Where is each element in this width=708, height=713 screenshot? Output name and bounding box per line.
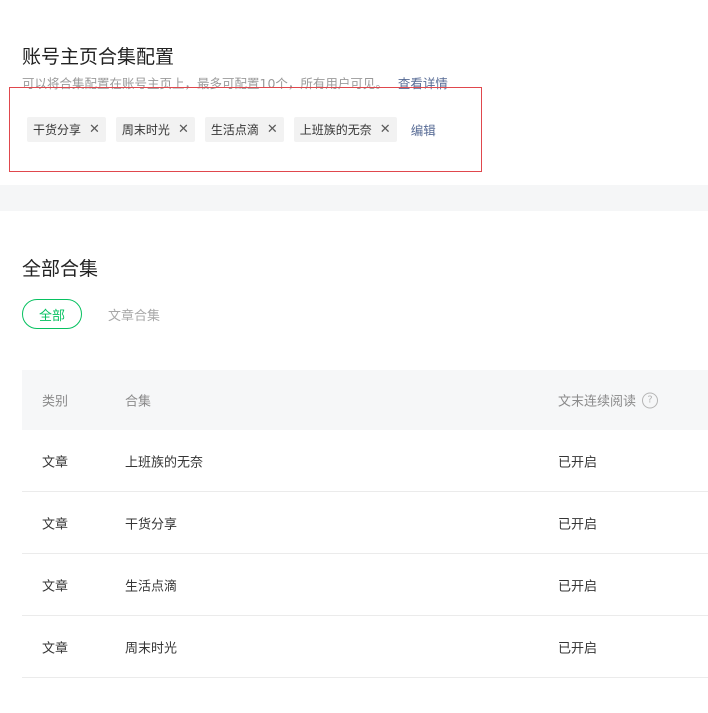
page-title: 账号主页合集配置 — [22, 46, 175, 68]
cell-collection: 干货分享 — [125, 517, 178, 532]
tag-label: 上班族的无奈 — [299, 123, 372, 137]
close-icon[interactable]: ✕ — [89, 123, 100, 136]
table-row: 文章 周末时光 已开启 — [22, 616, 708, 678]
header-collection: 合集 — [125, 394, 152, 410]
header-continuous-reading-label: 文末连续阅读 — [558, 394, 637, 410]
collections-table: 类别 合集 文末连续阅读 ? 文章 上班族的无奈 已开启 文章 干货分享 已开启… — [22, 370, 708, 678]
collection-tag: 上班族的无奈 ✕ — [293, 117, 397, 142]
tag-label: 周末时光 — [121, 123, 170, 137]
filter-all-button[interactable]: 全部 — [22, 299, 82, 329]
section-divider — [0, 185, 708, 211]
header-continuous-reading: 文末连续阅读 ? — [558, 391, 659, 410]
cell-status: 已开启 — [558, 517, 598, 532]
table-header: 类别 合集 文末连续阅读 ? — [22, 370, 708, 430]
tag-label: 干货分享 — [33, 123, 82, 137]
close-icon[interactable]: ✕ — [178, 123, 189, 136]
collection-tag: 干货分享 ✕ — [27, 117, 106, 142]
cell-type: 文章 — [42, 641, 69, 656]
cell-collection: 周末时光 — [125, 641, 178, 656]
pinned-collection-tags: 干货分享 ✕ 周末时光 ✕ 生活点滴 ✕ 上班族的无奈 ✕ 编辑 — [27, 117, 436, 142]
cell-status: 已开启 — [558, 579, 598, 594]
cell-status: 已开启 — [558, 455, 598, 470]
edit-button[interactable]: 编辑 — [411, 120, 436, 139]
cell-status: 已开启 — [558, 641, 598, 656]
collection-tag: 生活点滴 ✕ — [204, 117, 284, 142]
question-circle-icon[interactable]: ? — [642, 392, 659, 408]
cell-collection: 生活点滴 — [125, 579, 178, 594]
close-icon[interactable]: ✕ — [267, 123, 278, 136]
table-row: 文章 上班族的无奈 已开启 — [22, 430, 708, 492]
table-row: 文章 生活点滴 已开启 — [22, 554, 708, 616]
header-type: 类别 — [42, 394, 69, 410]
section-title: 全部合集 — [22, 258, 99, 280]
table-row: 文章 干货分享 已开启 — [22, 492, 708, 554]
close-icon[interactable]: ✕ — [380, 123, 391, 136]
cell-type: 文章 — [42, 517, 69, 532]
cell-type: 文章 — [42, 579, 69, 594]
tag-label: 生活点滴 — [210, 123, 259, 137]
collection-tag: 周末时光 ✕ — [115, 117, 195, 142]
cell-type: 文章 — [42, 455, 69, 470]
filter-article-collection-button[interactable]: 文章合集 — [108, 305, 160, 324]
cell-collection: 上班族的无奈 — [125, 455, 204, 470]
